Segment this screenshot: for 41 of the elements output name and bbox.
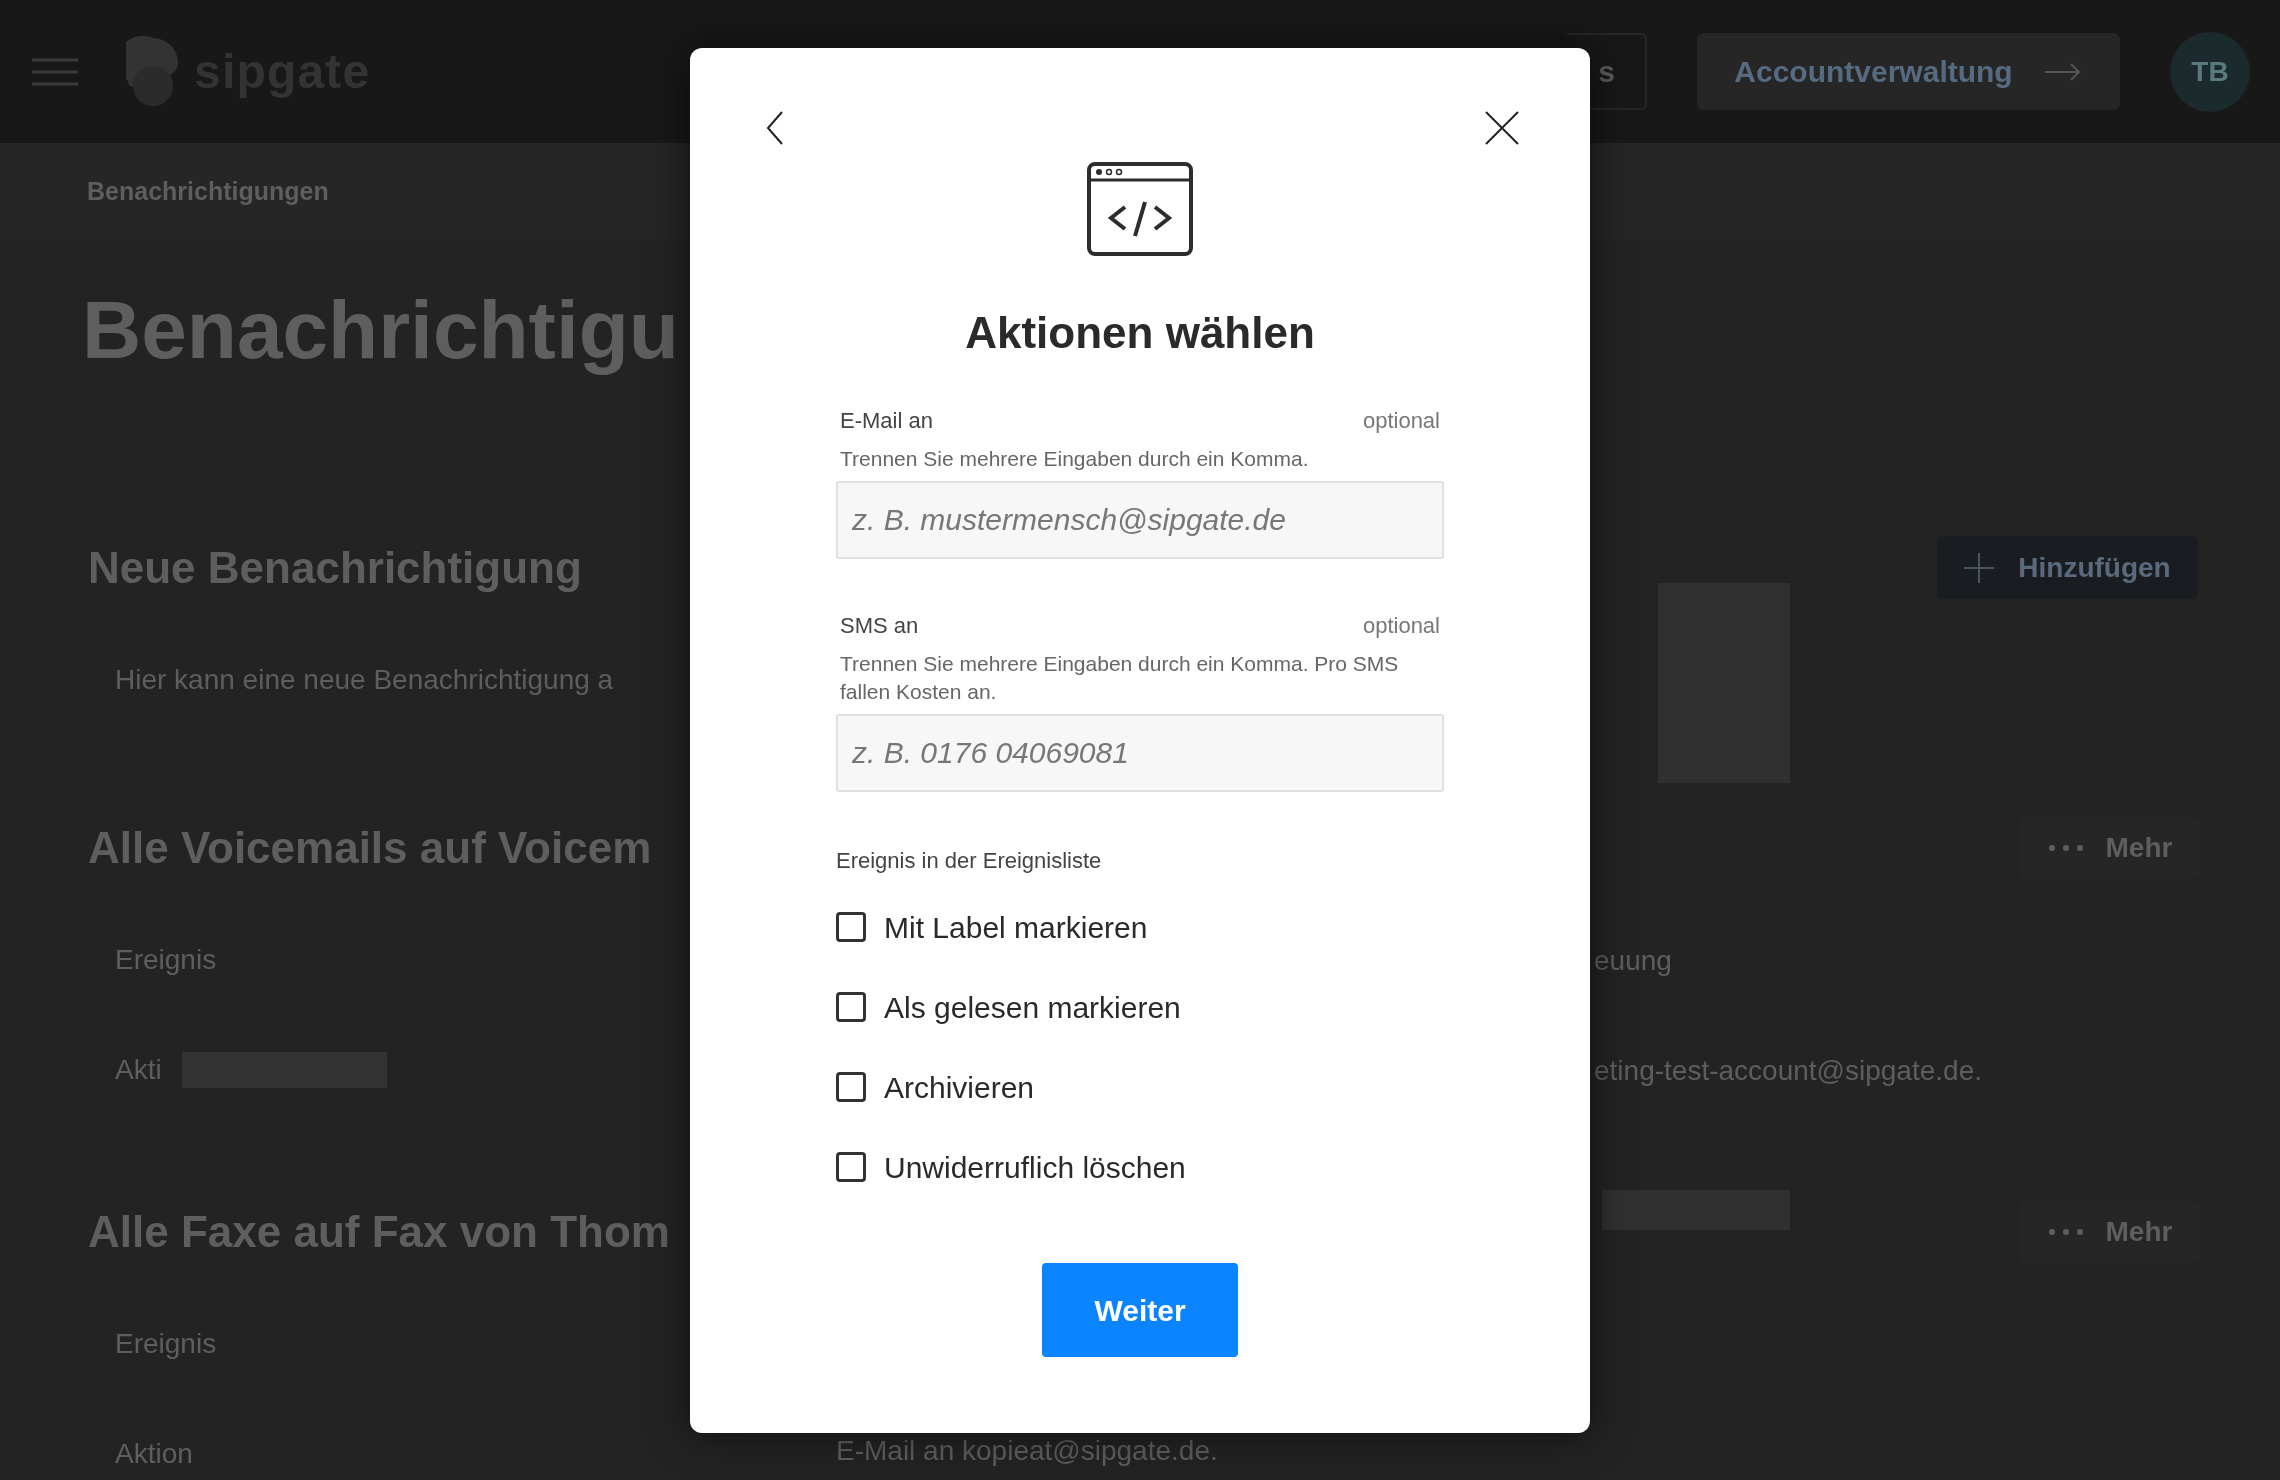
row-label: Aktion [115, 1437, 193, 1471]
row-value: euung [1594, 944, 1672, 978]
optional-label: optional [1362, 612, 1440, 640]
section-title: Alle Faxe auf Fax von Thom [88, 1206, 671, 1258]
next-button[interactable]: Weiter [1042, 1263, 1238, 1357]
checkbox[interactable] [836, 1072, 866, 1102]
more-icon [2047, 1228, 2084, 1236]
more-icon [2047, 844, 2084, 852]
checkbox[interactable] [836, 992, 866, 1022]
checkbox[interactable] [836, 912, 866, 942]
arrow-right-icon [2042, 61, 2083, 82]
checkbox-option[interactable]: Mit Label markieren [836, 901, 1444, 953]
account-button[interactable]: Accountverwaltung [1697, 33, 2120, 110]
row-value: eting-test-account@sipgate.de. [1594, 1054, 1982, 1088]
optional-label: optional [1362, 407, 1440, 435]
row-label: Hier kann eine neue Benachrichtigung a [115, 663, 614, 697]
field-hint: Trennen Sie mehrere Eingaben durch ein Komma. [839, 446, 1310, 472]
checkbox-option[interactable]: Archivieren [836, 1061, 1444, 1113]
add-button[interactable]: Hinzufügen [1937, 536, 2198, 599]
code-window-icon [1087, 162, 1193, 256]
plus-icon [1964, 552, 1995, 583]
action-text: E-Mail an kopieat@sipgate.de. [836, 1435, 1218, 1466]
checkbox-option[interactable]: Unwiderruflich löschen [836, 1141, 1444, 1193]
field-hint: Trennen Sie mehrere Eingaben durch ein Komma. Pro SMS fallen Kosten an. [839, 651, 1400, 705]
avatar[interactable]: TB [2170, 31, 2250, 112]
field-label: SMS an [840, 612, 919, 640]
modal-title: Aktionen wählen [965, 307, 1315, 359]
section-title: Neue Benachrichtigung [88, 542, 583, 594]
field-label: E-Mail an [840, 407, 933, 435]
logo-icon [126, 35, 180, 108]
row-label: Ereignis [115, 1327, 217, 1361]
checkbox-option[interactable]: Als gelesen markieren [836, 981, 1444, 1033]
row-label: Ereignis [115, 943, 217, 977]
row-label: Akti [115, 1053, 162, 1087]
input-field[interactable]: z. B. mustermensch@sipgate.de [836, 481, 1444, 559]
input-field[interactable]: z. B. 0176 04069081 [836, 714, 1444, 792]
checkbox[interactable] [836, 1152, 866, 1182]
breadcrumb[interactable]: Benachrichtigungen [87, 172, 329, 211]
page-title: Benachrichtigu [82, 283, 680, 377]
section-title: Alle Voicemails auf Voicem [88, 822, 653, 874]
group-label: Ereignis in der Ereignisliste [836, 847, 1103, 875]
